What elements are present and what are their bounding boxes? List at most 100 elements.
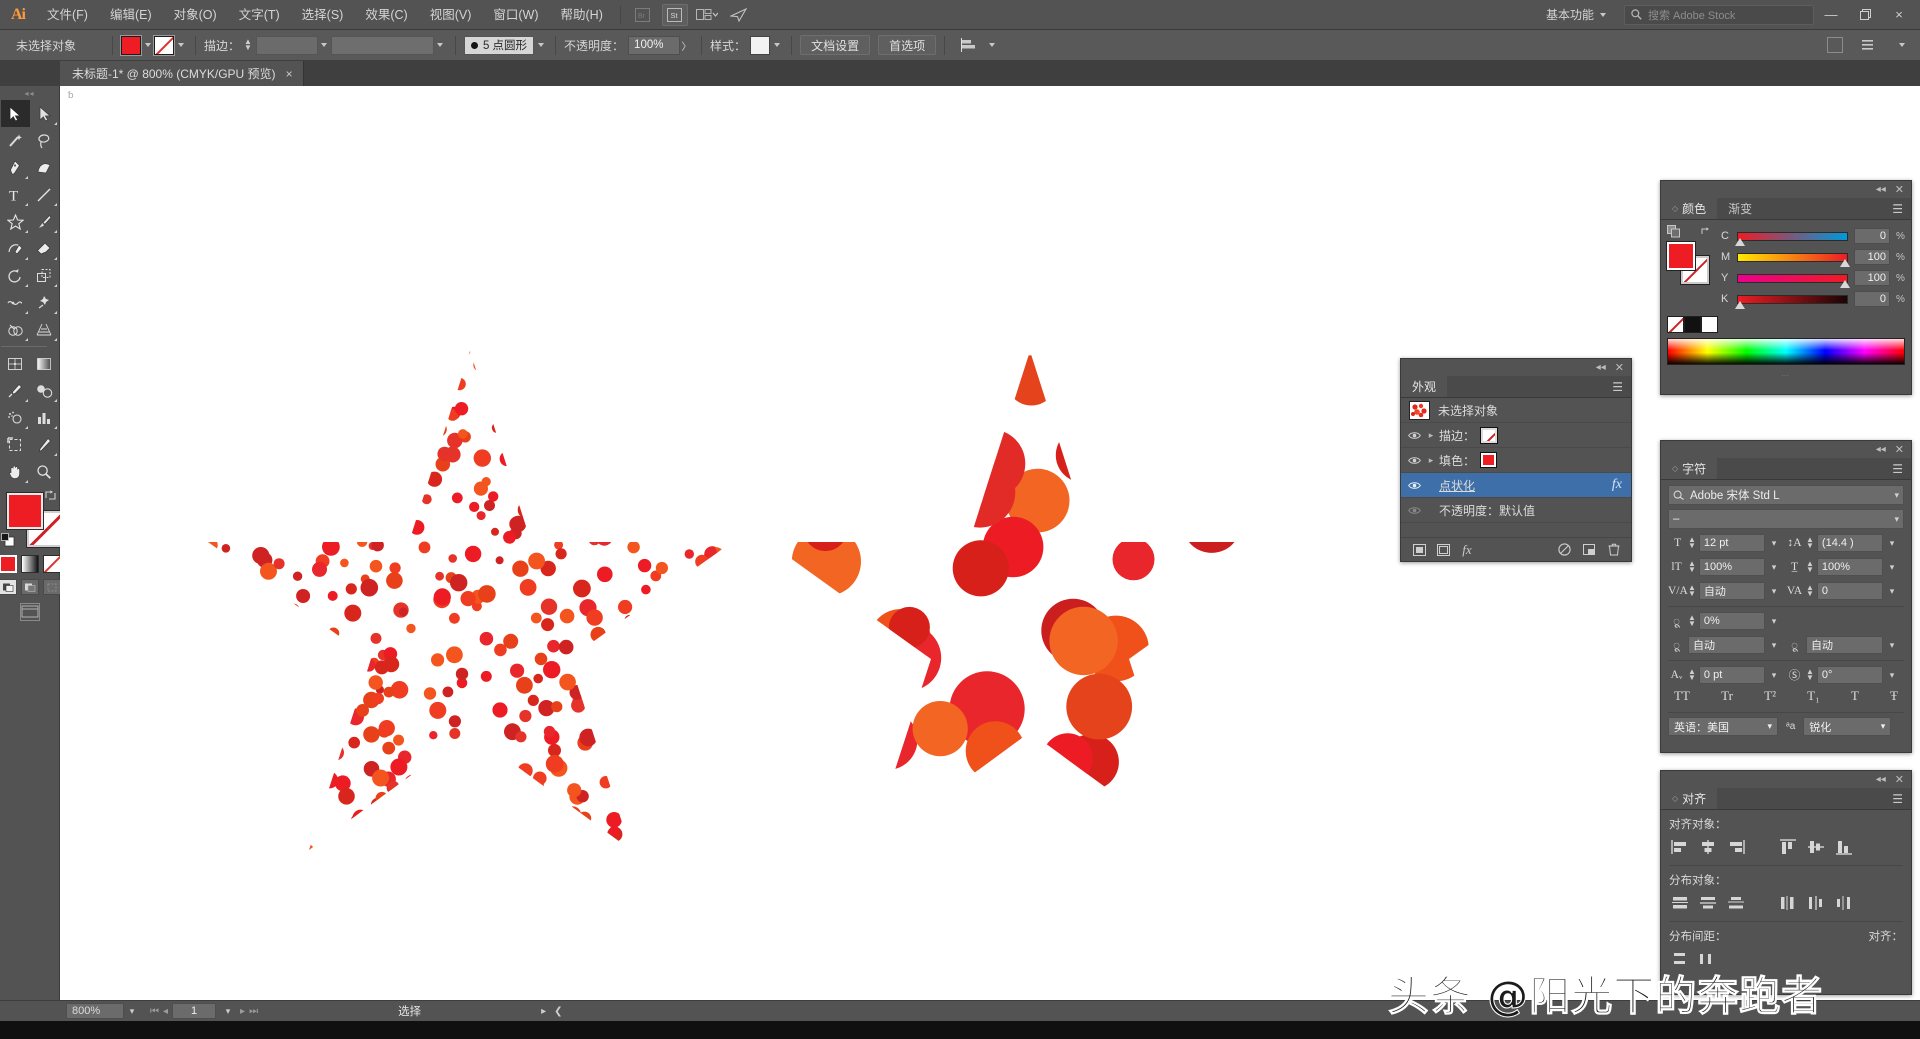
last-artboard-button[interactable]: ⏭ xyxy=(249,1006,258,1017)
tool-rotate[interactable] xyxy=(1,262,30,289)
character-rotation-input[interactable]: 0° xyxy=(1816,666,1883,684)
stroke-weight-field[interactable] xyxy=(255,35,318,55)
appearance-stroke-row[interactable]: ▸ 描边： xyxy=(1401,423,1631,448)
panel-resize-grip[interactable]: ⋯ xyxy=(1661,371,1911,380)
artboard-number-input[interactable]: 1 xyxy=(172,1003,217,1019)
tool-width[interactable] xyxy=(1,289,30,316)
menu-edit[interactable]: 编辑(E) xyxy=(99,0,163,30)
tool-gradient[interactable] xyxy=(30,350,59,377)
tool-magic-wand[interactable] xyxy=(1,127,30,154)
appearance-panel-titlebar[interactable]: ◂◂ ✕ xyxy=(1401,359,1631,376)
tab-color[interactable]: ◇ 颜色 xyxy=(1661,198,1718,219)
tool-column-graph[interactable] xyxy=(30,404,59,431)
yellow-slider-knob[interactable] xyxy=(1840,279,1850,288)
menu-select[interactable]: 选择(S) xyxy=(291,0,355,30)
distribute-bottom-button[interactable] xyxy=(1725,893,1747,913)
close-icon[interactable]: ✕ xyxy=(1895,773,1904,786)
align-right-button[interactable] xyxy=(1725,837,1747,857)
swatch-black[interactable] xyxy=(1684,316,1701,333)
chevron-down-icon[interactable]: ▾ xyxy=(1768,616,1780,627)
tracking-input[interactable]: 0 xyxy=(1816,582,1883,600)
stroke-profile-field[interactable] xyxy=(330,35,434,55)
appearance-fill-row[interactable]: ▸ 填色： xyxy=(1401,448,1631,473)
chevron-down-icon[interactable]: ▾ xyxy=(1768,670,1780,681)
status-resize-grip[interactable]: ❮ xyxy=(554,1006,562,1017)
tab-character[interactable]: ◇ 字符 xyxy=(1661,458,1718,479)
fill-color-control[interactable] xyxy=(5,492,44,530)
yellow-slider-track[interactable] xyxy=(1737,273,1850,288)
chevron-down-icon[interactable]: ▾ xyxy=(1768,586,1780,597)
chevron-down-icon[interactable]: ▾ xyxy=(1894,490,1899,501)
document-tab[interactable]: 未标题-1* @ 800% (CMYK/GPU 预览) × xyxy=(60,61,304,86)
tool-lasso[interactable] xyxy=(30,127,59,154)
minimize-button[interactable]: — xyxy=(1814,0,1848,30)
close-icon[interactable]: × xyxy=(286,67,293,81)
artboards-icon[interactable] xyxy=(1827,37,1843,53)
collapse-icon[interactable]: ◂◂ xyxy=(1876,184,1886,195)
color-mode-button[interactable] xyxy=(0,555,17,573)
fill-dropdown-icon[interactable] xyxy=(141,36,154,55)
gradient-mode-button[interactable] xyxy=(20,555,39,573)
cyan-slider-track[interactable] xyxy=(1735,231,1848,246)
previous-artboard-button[interactable]: ◂ xyxy=(163,1006,168,1017)
default-fill-stroke-icon[interactable] xyxy=(0,533,15,547)
visibility-eye-icon[interactable] xyxy=(1405,506,1423,515)
color-panel-titlebar[interactable]: ◂◂ ✕ xyxy=(1661,181,1911,198)
stroke-color-swatch[interactable] xyxy=(153,34,175,56)
fill-color-swatch[interactable] xyxy=(120,34,142,56)
black-slider-knob[interactable] xyxy=(1735,300,1745,309)
swap-fill-stroke-icon[interactable] xyxy=(44,489,57,502)
chevron-right-icon[interactable]: ▸ xyxy=(1423,430,1439,441)
tsume-input[interactable]: 0% xyxy=(1698,612,1765,630)
distribute-horizontal-center-button[interactable] xyxy=(1805,893,1827,913)
zoom-dropdown-icon[interactable]: ▾ xyxy=(124,1006,140,1017)
character-panel-titlebar[interactable]: ◂◂ ✕ xyxy=(1661,441,1911,458)
appearance-opacity-row[interactable]: 不透明度：默认值 xyxy=(1401,498,1631,523)
graphic-style-swatch[interactable] xyxy=(750,35,771,55)
font-style-select[interactable]: – ▾ xyxy=(1668,509,1904,529)
align-left-button[interactable] xyxy=(1669,837,1691,857)
stroke-dropdown-icon[interactable] xyxy=(174,36,187,55)
distribute-top-button[interactable] xyxy=(1669,893,1691,913)
draw-inside-button[interactable] xyxy=(42,579,61,595)
stepper-icon[interactable]: ▲ ▼ xyxy=(1688,614,1696,628)
chevron-down-icon[interactable]: ▾ xyxy=(1767,721,1772,732)
tab-gradient[interactable]: 渐变 xyxy=(1717,198,1764,219)
stepper-icon[interactable]: ▲ ▼ xyxy=(1688,560,1696,574)
collapse-icon[interactable]: ◂◂ xyxy=(1596,362,1606,373)
tab-appearance[interactable]: 外观 xyxy=(1401,376,1448,397)
close-icon[interactable]: ✕ xyxy=(1895,183,1904,196)
chevron-down-icon[interactable]: ▾ xyxy=(1768,538,1780,549)
menu-object[interactable]: 对象(O) xyxy=(163,0,228,30)
close-icon[interactable]: ✕ xyxy=(1895,443,1904,456)
visibility-eye-icon[interactable] xyxy=(1405,431,1423,440)
tool-shape-builder[interactable] xyxy=(1,316,30,343)
star-pointillize-small[interactable] xyxy=(190,326,750,916)
chevron-down-icon[interactable]: ▾ xyxy=(1886,538,1898,549)
close-button[interactable]: × xyxy=(1882,0,1916,30)
fill-stroke-box-icon[interactable] xyxy=(1667,225,1681,241)
tool-blend[interactable] xyxy=(30,377,59,404)
tool-direct-selection[interactable] xyxy=(30,100,59,127)
menu-help[interactable]: 帮助(H) xyxy=(550,0,614,30)
opacity-input[interactable]: 100% xyxy=(628,35,681,55)
appearance-panel-menu-icon[interactable]: ☰ xyxy=(1604,376,1631,397)
bridge-icon[interactable]: Br xyxy=(630,4,656,26)
yellow-value[interactable]: 100 xyxy=(1854,270,1890,286)
workspace-switcher[interactable]: 基本功能 xyxy=(1538,3,1614,26)
restore-button[interactable] xyxy=(1848,0,1882,30)
visibility-eye-icon[interactable] xyxy=(1405,456,1423,465)
tool-shape-star[interactable] xyxy=(1,208,30,235)
magenta-slider-track[interactable] xyxy=(1737,252,1850,267)
anti-alias-select[interactable]: 锐化 ▾ xyxy=(1803,717,1892,736)
next-artboard-button[interactable]: ▸ xyxy=(240,1006,245,1017)
star-pointillize-large[interactable] xyxy=(750,326,1310,916)
align-vertical-center-button[interactable] xyxy=(1805,837,1827,857)
zoom-level-input[interactable]: 800% xyxy=(66,1003,124,1019)
preferences-button[interactable]: 首选项 xyxy=(878,35,937,55)
opacity-flyout-icon[interactable]: 〉 xyxy=(680,36,693,55)
magenta-value[interactable]: 100 xyxy=(1854,249,1890,265)
chevron-down-icon[interactable]: ▾ xyxy=(1894,514,1899,525)
collapse-icon[interactable]: ◂◂ xyxy=(1876,444,1886,455)
tool-curvature[interactable] xyxy=(30,154,59,181)
